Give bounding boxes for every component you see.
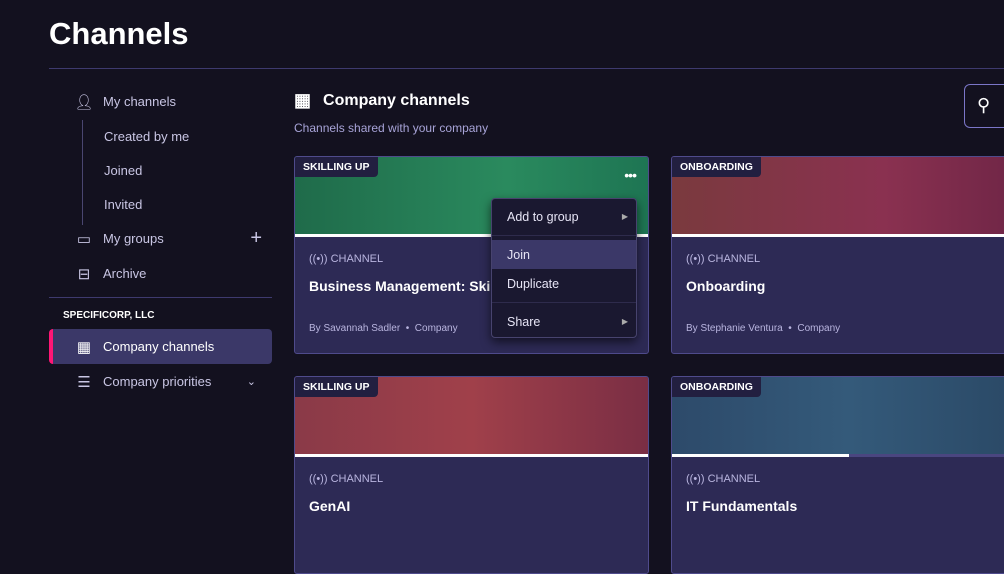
add-group-button[interactable]: + [250, 227, 262, 250]
label: My channels [103, 94, 176, 109]
building-icon: ▦ [76, 338, 92, 356]
broadcast-icon: ((•)) [686, 253, 708, 265]
folder-icon: ▭ [76, 230, 92, 248]
card-image: ONBOARDING [672, 377, 1004, 457]
card-type: ((•)) CHANNEL [309, 473, 384, 485]
broadcast-icon: ((•)) [309, 253, 331, 265]
menu-item-join[interactable]: Join [492, 240, 636, 269]
sidebar-item-my-channels[interactable]: 👤︎ My channels [49, 84, 272, 119]
menu-item-duplicate[interactable]: Duplicate [492, 269, 636, 298]
menu-item-add-to-group[interactable]: Add to group ▶ [492, 202, 636, 231]
channel-card[interactable]: ONBOARDING ((•)) CHANNEL Onboarding By S… [671, 156, 1004, 354]
card-image: ONBOARDING [672, 157, 1004, 237]
label: My groups [103, 231, 164, 246]
label: Company channels [103, 339, 215, 354]
channel-card[interactable]: ONBOARDING ((•)) CHANNEL IT Fundamentals [671, 376, 1004, 574]
card-tag: SKILLING UP [295, 377, 378, 397]
label: Company priorities [103, 374, 212, 389]
chevron-down-icon[interactable]: ⌄ [247, 375, 256, 388]
broadcast-icon: ((•)) [686, 473, 708, 485]
heading-text: Company channels [323, 91, 470, 109]
card-title[interactable]: GenAI [309, 498, 350, 514]
card-meta: By Stephanie Ventura • Company [686, 323, 841, 334]
context-menu: Add to group ▶ Join Duplicate Share ▶ [491, 198, 637, 338]
card-title[interactable]: Onboarding [686, 278, 765, 294]
building-icon: ▦ [294, 90, 312, 110]
divider [492, 235, 636, 236]
card-title[interactable]: IT Fundamentals [686, 498, 797, 514]
card-title[interactable]: Business Management: Ski [309, 278, 490, 294]
archive-icon: ⊟ [77, 265, 91, 283]
search-icon: ⚲ [977, 95, 991, 115]
tree-line [82, 120, 83, 225]
org-name: SPECIFICORP, LLC [63, 310, 155, 321]
search-input[interactable]: ⚲ [964, 84, 1004, 128]
card-type: ((•)) CHANNEL [686, 473, 761, 485]
broadcast-icon: ((•)) [309, 473, 331, 485]
sidebar-item-my-groups[interactable]: ▭ My groups + [49, 221, 272, 256]
more-options-button[interactable]: ••• [624, 167, 637, 183]
list-icon: ☰ [77, 373, 91, 391]
menu-item-share[interactable]: Share ▶ [492, 307, 636, 336]
progress-bar [672, 454, 849, 457]
page-title: Channels [49, 16, 189, 51]
card-tag: SKILLING UP [295, 157, 378, 177]
sidebar-item-company-channels[interactable]: ▦ Company channels [49, 329, 272, 364]
channel-card[interactable]: SKILLING UP ((•)) CHANNEL GenAI [294, 376, 649, 574]
card-tag: ONBOARDING [672, 157, 761, 177]
card-type: ((•)) CHANNEL [309, 253, 384, 265]
card-image: SKILLING UP [295, 377, 648, 457]
section-heading: ▦ Company channels [294, 90, 470, 111]
card-type: ((•)) CHANNEL [686, 253, 761, 265]
divider [49, 297, 272, 298]
person-icon: 👤︎ [74, 93, 94, 111]
sidebar-item-company-priorities[interactable]: ☰ Company priorities ⌄ [49, 364, 272, 399]
divider [492, 302, 636, 303]
section-subtitle: Channels shared with your company [294, 121, 489, 135]
sidebar-item-archive[interactable]: ⊟ Archive [49, 256, 272, 291]
chevron-right-icon: ▶ [621, 317, 628, 326]
label: Archive [103, 266, 147, 281]
chevron-right-icon: ▶ [621, 212, 628, 221]
divider [49, 68, 1004, 69]
card-meta: By Savannah Sadler • Company [309, 323, 458, 334]
card-tag: ONBOARDING [672, 377, 761, 397]
